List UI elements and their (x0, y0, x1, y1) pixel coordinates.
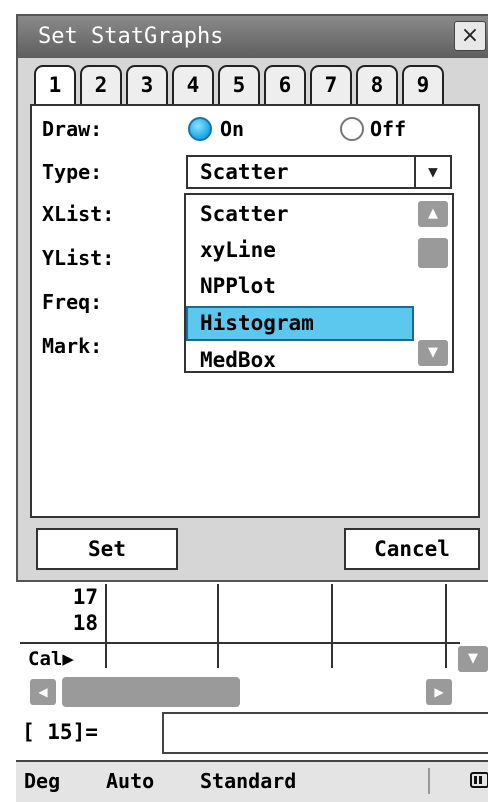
scroll-down-icon[interactable]: ▼ (418, 340, 448, 366)
ylist-label: YList: (42, 246, 115, 270)
cal-label[interactable]: Cal▶ (28, 646, 74, 672)
tab-4[interactable]: 4 (172, 65, 214, 105)
tab-7[interactable]: 7 (310, 65, 352, 105)
scroll-left-icon[interactable]: ◀ (30, 679, 56, 705)
tab-6[interactable]: 6 (264, 65, 306, 105)
draw-label: Draw: (42, 117, 103, 141)
type-option-histogram[interactable]: Histogram (200, 306, 314, 340)
draw-on-radio[interactable] (188, 117, 212, 141)
set-button[interactable]: Set (36, 528, 178, 570)
entry-input[interactable] (162, 712, 488, 754)
mark-label: Mark: (42, 334, 103, 358)
draw-on-label[interactable]: On (220, 114, 244, 144)
horizontal-scroll-thumb[interactable] (62, 677, 240, 707)
close-icon: × (460, 23, 480, 48)
type-label: Type: (42, 160, 103, 184)
dropdown-scroll-thumb[interactable] (418, 238, 448, 268)
tab-1[interactable]: 1 (34, 65, 76, 107)
draw-off-label[interactable]: Off (370, 114, 406, 144)
column-divider (217, 584, 219, 668)
calc-mode[interactable]: Auto (106, 766, 154, 796)
angle-mode[interactable]: Deg (24, 766, 60, 796)
column-divider (445, 584, 447, 668)
draw-off-radio[interactable] (340, 117, 364, 141)
tab-5[interactable]: 5 (218, 65, 260, 105)
tab-3[interactable]: 3 (126, 65, 168, 105)
entry-row-label: [ 15]= (22, 720, 98, 744)
tab-8[interactable]: 8 (356, 65, 398, 105)
xlist-label: XList: (42, 202, 115, 226)
battery-icon (468, 770, 488, 790)
row-number-18: 18 (72, 611, 98, 635)
tab-9[interactable]: 9 (402, 65, 444, 105)
column-divider (331, 584, 333, 668)
format-mode[interactable]: Standard (200, 766, 296, 796)
type-option-xyline[interactable]: xyLine (200, 233, 276, 267)
dropdown-arrow-icon[interactable]: ▼ (414, 157, 450, 187)
tab-2[interactable]: 2 (80, 65, 122, 105)
type-option-npplot[interactable]: NPPlot (200, 269, 276, 303)
scroll-right-icon[interactable]: ▶ (426, 679, 452, 705)
scroll-up-icon[interactable]: ▲ (418, 201, 448, 227)
row-divider (20, 642, 460, 644)
column-divider (105, 584, 107, 668)
type-option-medbox[interactable]: MedBox (200, 343, 276, 373)
status-divider (428, 768, 430, 794)
dialog-title: Set StatGraphs (38, 24, 224, 49)
type-option-scatter[interactable]: Scatter (200, 197, 289, 231)
type-select-value: Scatter (200, 160, 289, 184)
row-number-17: 17 (72, 585, 98, 609)
close-button[interactable]: × (454, 21, 486, 51)
freq-label: Freq: (42, 290, 103, 314)
cancel-button[interactable]: Cancel (344, 528, 480, 570)
scroll-down-icon[interactable]: ▼ (458, 646, 488, 672)
